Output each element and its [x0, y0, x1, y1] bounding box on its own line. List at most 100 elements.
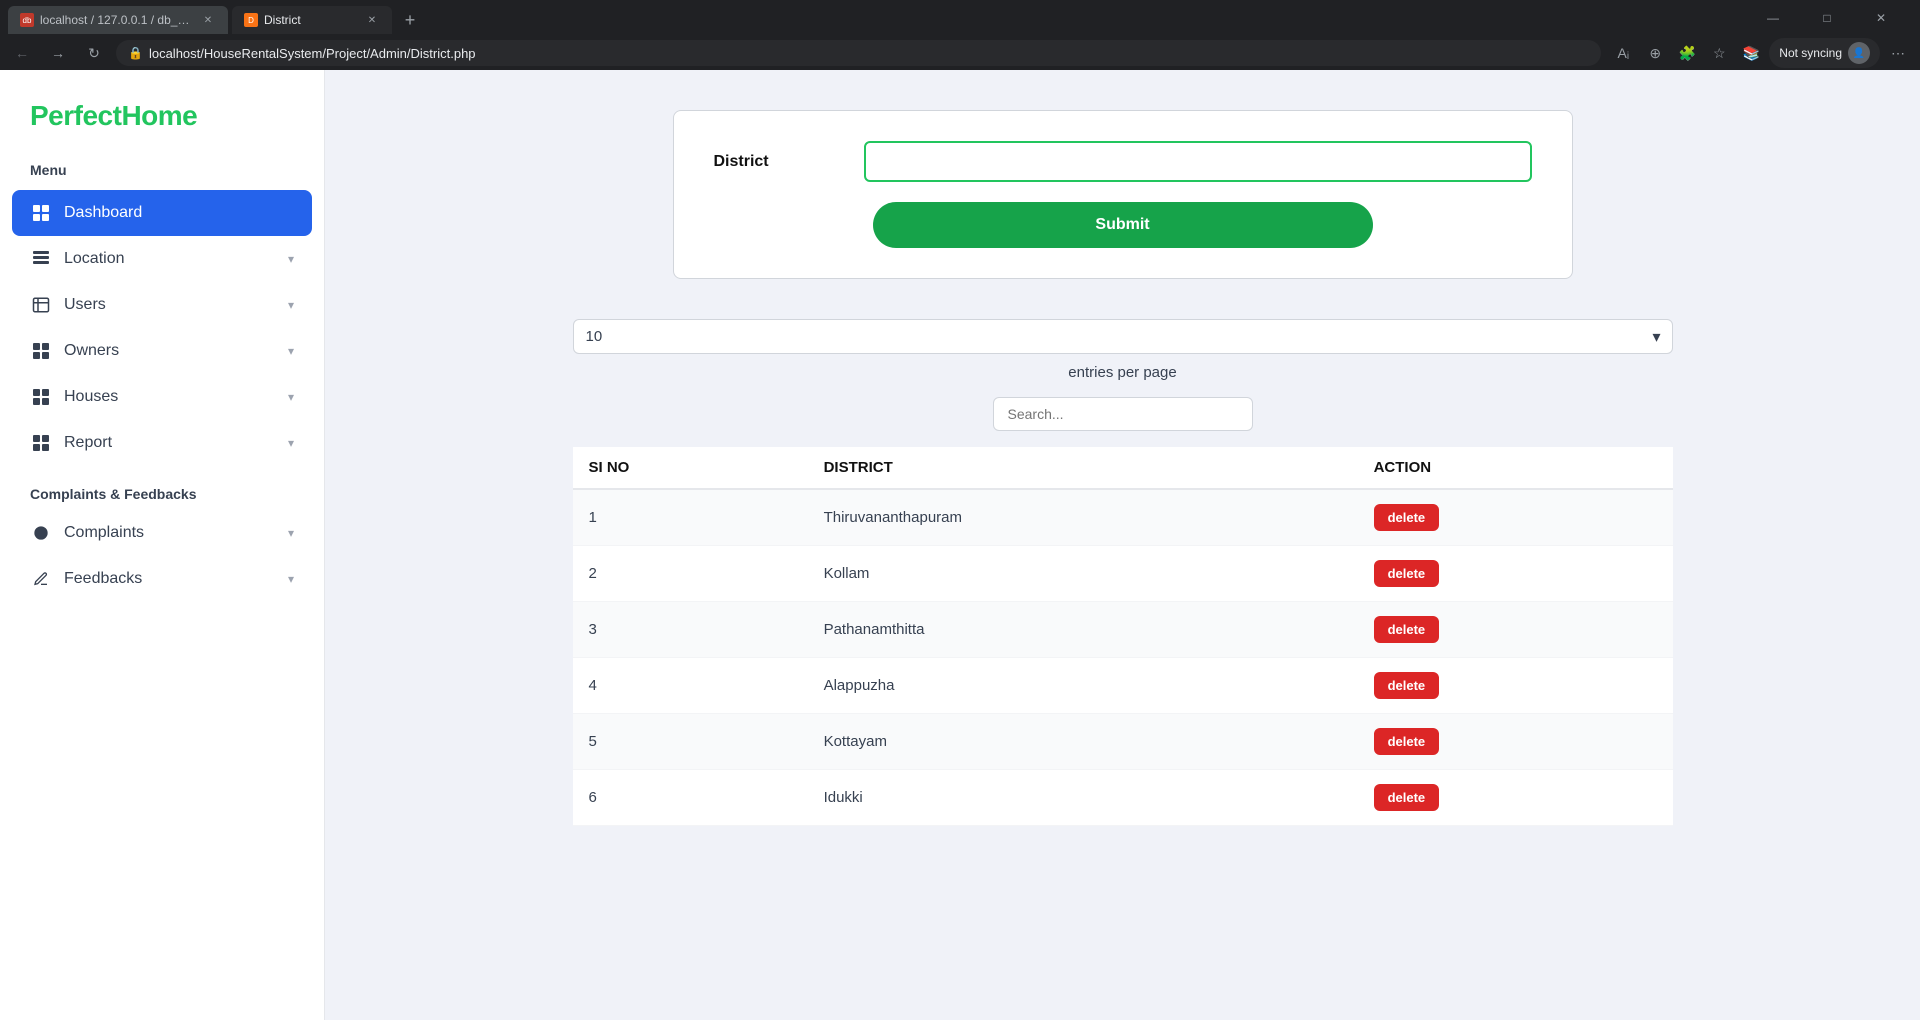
table-row: 1 Thiruvananthapuram delete: [573, 489, 1673, 546]
col-action: ACTION: [1358, 447, 1673, 489]
avatar: 👤: [1848, 42, 1870, 64]
tab-close-db[interactable]: ✕: [200, 12, 216, 28]
sidebar-item-label-report: Report: [64, 434, 112, 452]
chevron-down-icon-owners: ▾: [288, 344, 294, 358]
address-text: localhost/HouseRentalSystem/Project/Admi…: [149, 46, 476, 61]
sidebar-item-label-houses: Houses: [64, 388, 118, 406]
logo-black: Perfect: [30, 100, 121, 131]
tab-favicon-db: db: [20, 13, 34, 27]
delete-button[interactable]: delete: [1374, 672, 1440, 699]
sidebar-item-houses[interactable]: Houses ▾: [0, 374, 324, 420]
cell-district: Kollam: [808, 546, 1358, 602]
district-form-card: District Submit: [673, 110, 1573, 279]
cell-sino: 2: [573, 546, 808, 602]
chevron-down-icon-report: ▾: [288, 436, 294, 450]
reader-mode-icon[interactable]: Aᵢ: [1609, 39, 1637, 67]
delete-button[interactable]: delete: [1374, 560, 1440, 587]
chevron-down-icon-complaints: ▾: [288, 526, 294, 540]
delete-button[interactable]: delete: [1374, 616, 1440, 643]
cell-action: delete: [1358, 489, 1673, 546]
sidebar-item-label-owners: Owners: [64, 342, 119, 360]
sidebar-item-owners[interactable]: Owners ▾: [0, 328, 324, 374]
cell-district: Pathanamthitta: [808, 602, 1358, 658]
location-icon: [30, 248, 52, 270]
logo: PerfectHome: [0, 90, 324, 162]
favorites-icon[interactable]: ☆: [1705, 39, 1733, 67]
entries-select-wrapper: 10 25 50 ▾: [573, 319, 1673, 354]
report-icon: [30, 432, 52, 454]
chevron-down-icon-users: ▾: [288, 298, 294, 312]
tab-db[interactable]: db localhost / 127.0.0.1 / db_house ✕: [8, 6, 228, 34]
delete-button[interactable]: delete: [1374, 728, 1440, 755]
cell-action: delete: [1358, 770, 1673, 826]
maximize-button[interactable]: □: [1804, 4, 1850, 32]
tab-close-district[interactable]: ✕: [364, 12, 380, 28]
not-syncing-label: Not syncing: [1779, 46, 1842, 60]
sidebar-item-complaints[interactable]: Complaints ▾: [0, 510, 324, 556]
sidebar-item-users[interactable]: Users ▾: [0, 282, 324, 328]
chevron-down-icon-location: ▾: [288, 252, 294, 266]
sidebar-item-report[interactable]: Report ▾: [0, 420, 324, 466]
table-row: 5 Kottayam delete: [573, 714, 1673, 770]
table-row: 3 Pathanamthitta delete: [573, 602, 1673, 658]
sidebar-item-location[interactable]: Location ▾: [0, 236, 324, 282]
districts-table: SI NO DISTRICT ACTION 1 Thiruvananthapur…: [573, 447, 1673, 826]
address-bar[interactable]: 🔒 localhost/HouseRentalSystem/Project/Ad…: [116, 40, 1601, 66]
sync-button[interactable]: Not syncing 👤: [1769, 38, 1880, 68]
district-input[interactable]: [864, 141, 1532, 182]
sidebar-item-label-dashboard: Dashboard: [64, 204, 142, 222]
submit-button[interactable]: Submit: [873, 202, 1373, 248]
table-row: 4 Alappuzha delete: [573, 658, 1673, 714]
sidebar-item-label-complaints: Complaints: [64, 524, 144, 542]
sidebar: PerfectHome Menu Dashboard Location ▾ Us…: [0, 70, 325, 1020]
menu-icon[interactable]: ⋯: [1884, 39, 1912, 67]
forward-button[interactable]: →: [44, 39, 72, 67]
close-button[interactable]: ✕: [1858, 4, 1904, 32]
cell-sino: 6: [573, 770, 808, 826]
extensions-icon[interactable]: 🧩: [1673, 39, 1701, 67]
delete-button[interactable]: delete: [1374, 784, 1440, 811]
collections-icon[interactable]: 📚: [1737, 39, 1765, 67]
table-body: 1 Thiruvananthapuram delete 2 Kollam del…: [573, 489, 1673, 826]
district-form-row: District: [714, 141, 1532, 182]
cell-action: delete: [1358, 546, 1673, 602]
delete-button[interactable]: delete: [1374, 504, 1440, 531]
sidebar-item-label-users: Users: [64, 296, 106, 314]
table-row: 6 Idukki delete: [573, 770, 1673, 826]
table-controls: 10 25 50 ▾ entries per page: [573, 319, 1673, 381]
cell-action: delete: [1358, 658, 1673, 714]
table-row: 2 Kollam delete: [573, 546, 1673, 602]
chevron-down-icon-houses: ▾: [288, 390, 294, 404]
col-sino: SI NO: [573, 447, 808, 489]
cell-action: delete: [1358, 602, 1673, 658]
search-input[interactable]: [993, 397, 1253, 431]
new-tab-button[interactable]: +: [396, 6, 424, 34]
minimize-button[interactable]: —: [1750, 4, 1796, 32]
zoom-icon[interactable]: ⊕: [1641, 39, 1669, 67]
table-section: 10 25 50 ▾ entries per page SI NO DISTRI…: [573, 319, 1673, 826]
complaints-icon: [30, 522, 52, 544]
cell-sino: 1: [573, 489, 808, 546]
cell-sino: 3: [573, 602, 808, 658]
complaints-section-label: Complaints & Feedbacks: [0, 466, 324, 510]
entries-select[interactable]: 10 25 50: [573, 319, 1673, 354]
cell-district: Alappuzha: [808, 658, 1358, 714]
lock-icon: 🔒: [128, 46, 143, 60]
sidebar-item-dashboard[interactable]: Dashboard: [12, 190, 312, 236]
logo-green: Home: [121, 100, 197, 131]
col-district: DISTRICT: [808, 447, 1358, 489]
cell-sino: 5: [573, 714, 808, 770]
feedbacks-icon: [30, 568, 52, 590]
sidebar-item-feedbacks[interactable]: Feedbacks ▾: [0, 556, 324, 602]
cell-district: Idukki: [808, 770, 1358, 826]
sidebar-item-label-location: Location: [64, 250, 125, 268]
owners-icon: [30, 340, 52, 362]
users-icon: [30, 294, 52, 316]
menu-section-label: Menu: [0, 162, 324, 190]
tab-district[interactable]: D District ✕: [232, 6, 392, 34]
back-button[interactable]: ←: [8, 39, 36, 67]
table-header: SI NO DISTRICT ACTION: [573, 447, 1673, 489]
tab-title-db: localhost / 127.0.0.1 / db_house: [40, 13, 194, 27]
cell-district: Thiruvananthapuram: [808, 489, 1358, 546]
refresh-button[interactable]: ↻: [80, 39, 108, 67]
